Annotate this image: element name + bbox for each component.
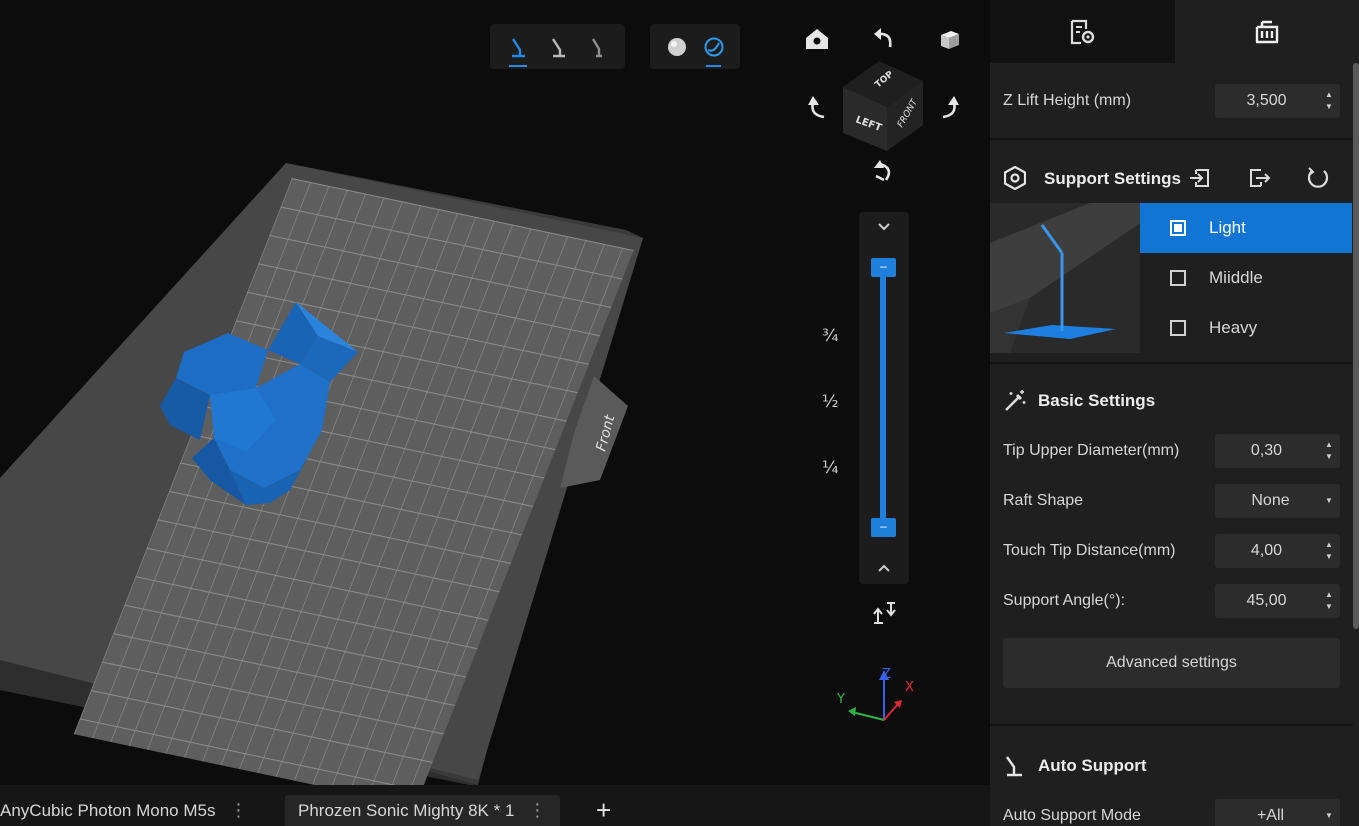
more-options-icon[interactable]: ⋮ — [229, 800, 247, 821]
tip-upper-diameter-row: Tip Upper Diameter(mm) 0,30 ▲ ▼ — [1003, 434, 1340, 468]
panel-tabs — [990, 0, 1359, 63]
axis-gizmo: Z X Y — [836, 667, 914, 721]
auto-support-mode-row: Auto Support Mode +All ▼ — [1003, 799, 1340, 826]
z-lift-label: Z Lift Height (mm) — [1003, 92, 1132, 109]
auto-support-mode-label: Auto Support Mode — [1003, 807, 1141, 824]
add-tab-button[interactable]: + — [596, 795, 611, 826]
more-options-icon[interactable]: ⋮ — [528, 800, 546, 821]
z-lift-input[interactable]: 3,500 ▲ ▼ — [1215, 84, 1340, 118]
export-preset-icon[interactable] — [1247, 166, 1271, 195]
support-panel-icon[interactable] — [1174, 0, 1359, 63]
xray-view-icon[interactable] — [695, 24, 732, 69]
tip-upper-diameter-input[interactable]: 0,30 ▲ ▼ — [1215, 434, 1340, 468]
support-panel — [990, 0, 1359, 826]
z-lift-row: Z Lift Height (mm) 3,500 ▲ ▼ — [1003, 84, 1340, 118]
import-preset-icon[interactable] — [1188, 166, 1212, 195]
raft-shape-label: Raft Shape — [1003, 492, 1084, 509]
support-settings-title: Support Settings — [1044, 169, 1181, 188]
chevron-down-icon: ▼ — [1325, 811, 1333, 820]
rotate-down-icon[interactable] — [866, 155, 900, 189]
preset-light-label: Light — [1209, 218, 1246, 237]
support-angle-input[interactable]: 45,00 ▲ ▼ — [1215, 584, 1340, 618]
z-lift-down-icon[interactable]: ▼ — [1325, 103, 1333, 111]
divider — [990, 724, 1353, 726]
preset-light[interactable]: Light — [1140, 203, 1352, 253]
undo-rotate-icon[interactable] — [866, 22, 900, 56]
preset-light-checkbox[interactable] — [1170, 220, 1186, 236]
slider-fraction-half: ½ — [822, 392, 839, 412]
support-tool-group — [490, 24, 625, 69]
touch-tip-distance-input[interactable]: 4,00 ▲ ▼ — [1215, 534, 1340, 568]
reset-preset-icon[interactable] — [1305, 165, 1331, 196]
support-angle-down-icon[interactable]: ▼ — [1325, 603, 1333, 611]
touch-tip-distance-row: Touch Tip Distance(mm) 4,00 ▲ ▼ — [1003, 534, 1340, 568]
slider-bottom-handle[interactable]: – — [871, 518, 896, 537]
slider-collapse-icon[interactable] — [876, 220, 892, 238]
raft-shape-row: Raft Shape None ▼ — [1003, 484, 1340, 518]
preset-middle[interactable]: Miiddle — [1140, 253, 1352, 303]
axis-x-label: X — [905, 680, 914, 695]
slider-range — [880, 272, 886, 524]
auto-support-icon — [1004, 754, 1024, 783]
tip-upper-diameter-down-icon[interactable]: ▼ — [1325, 453, 1333, 461]
printer-tab-label: AnyCubic Photon Mono M5s — [0, 800, 216, 820]
panel-scrollbar[interactable] — [1353, 63, 1359, 629]
chevron-down-icon: ▼ — [1325, 496, 1333, 505]
support-angle-label: Support Angle(°): — [1003, 592, 1126, 609]
printer-tab-phrozen[interactable]: Phrozen Sonic Mighty 8K * 1 ⋮ — [285, 795, 561, 826]
preset-heavy-label: Heavy — [1209, 318, 1258, 337]
basic-settings-title: Basic Settings — [1038, 391, 1156, 410]
preset-heavy-checkbox[interactable] — [1170, 320, 1186, 336]
solid-view-icon[interactable] — [658, 24, 695, 69]
z-lift-up-icon[interactable]: ▲ — [1325, 91, 1333, 99]
home-view-icon[interactable] — [800, 22, 834, 56]
axis-y-label: Y — [836, 692, 845, 707]
nav-cube[interactable]: TOP LEFT FRONT — [835, 55, 930, 160]
slider-expand-icon[interactable] — [876, 561, 892, 579]
printer-tab-label: Phrozen Sonic Mighty 8K * 1 — [298, 800, 515, 820]
preset-middle-label: Miiddle — [1209, 268, 1263, 287]
preset-heavy[interactable]: Heavy — [1140, 303, 1352, 353]
tip-upper-diameter-label: Tip Upper Diameter(mm) — [1003, 442, 1180, 459]
preset-middle-checkbox[interactable] — [1170, 270, 1186, 286]
support-preview-image — [990, 203, 1140, 353]
magic-wand-icon — [1003, 389, 1027, 418]
rotate-right-icon[interactable] — [933, 90, 967, 124]
auto-support-mode-select[interactable]: +All ▼ — [1215, 799, 1340, 826]
rotate-left-icon[interactable] — [800, 90, 834, 124]
slider-fraction-quarter: ¼ — [822, 458, 839, 478]
slider-fraction-three-quarter: ¾ — [822, 326, 839, 346]
layer-jump-icon[interactable] — [871, 600, 897, 631]
support-angle-row: Support Angle(°): 45,00 ▲ ▼ — [1003, 584, 1340, 618]
support-tool-2-icon[interactable] — [538, 24, 578, 69]
perspective-cube-icon[interactable] — [933, 22, 967, 56]
support-angle-up-icon[interactable]: ▲ — [1325, 591, 1333, 599]
auto-support-title: Auto Support — [1038, 756, 1147, 775]
support-settings-icon — [1003, 165, 1027, 195]
file-settings-icon[interactable] — [990, 0, 1175, 63]
touch-tip-distance-up-icon[interactable]: ▲ — [1325, 541, 1333, 549]
3d-viewport[interactable]: Front TOP LEFT FRONT – – ¾ ½ ¼ Z X Y — [0, 0, 990, 785]
tip-upper-diameter-up-icon[interactable]: ▲ — [1325, 441, 1333, 449]
support-tool-1-icon[interactable] — [498, 24, 538, 69]
slider-top-handle[interactable]: – — [871, 258, 896, 277]
divider — [990, 362, 1353, 364]
view-mode-group — [650, 24, 740, 69]
touch-tip-distance-label: Touch Tip Distance(mm) — [1003, 542, 1176, 559]
divider — [990, 138, 1353, 140]
advanced-settings-button[interactable]: Advanced settings — [1003, 638, 1340, 688]
axis-z-label: Z — [882, 667, 891, 682]
raft-shape-select[interactable]: None ▼ — [1215, 484, 1340, 518]
touch-tip-distance-down-icon[interactable]: ▼ — [1325, 553, 1333, 561]
support-tool-3-icon[interactable] — [577, 24, 617, 69]
printer-tab-anycubic[interactable]: AnyCubic Photon Mono M5s ⋮ — [0, 795, 247, 826]
